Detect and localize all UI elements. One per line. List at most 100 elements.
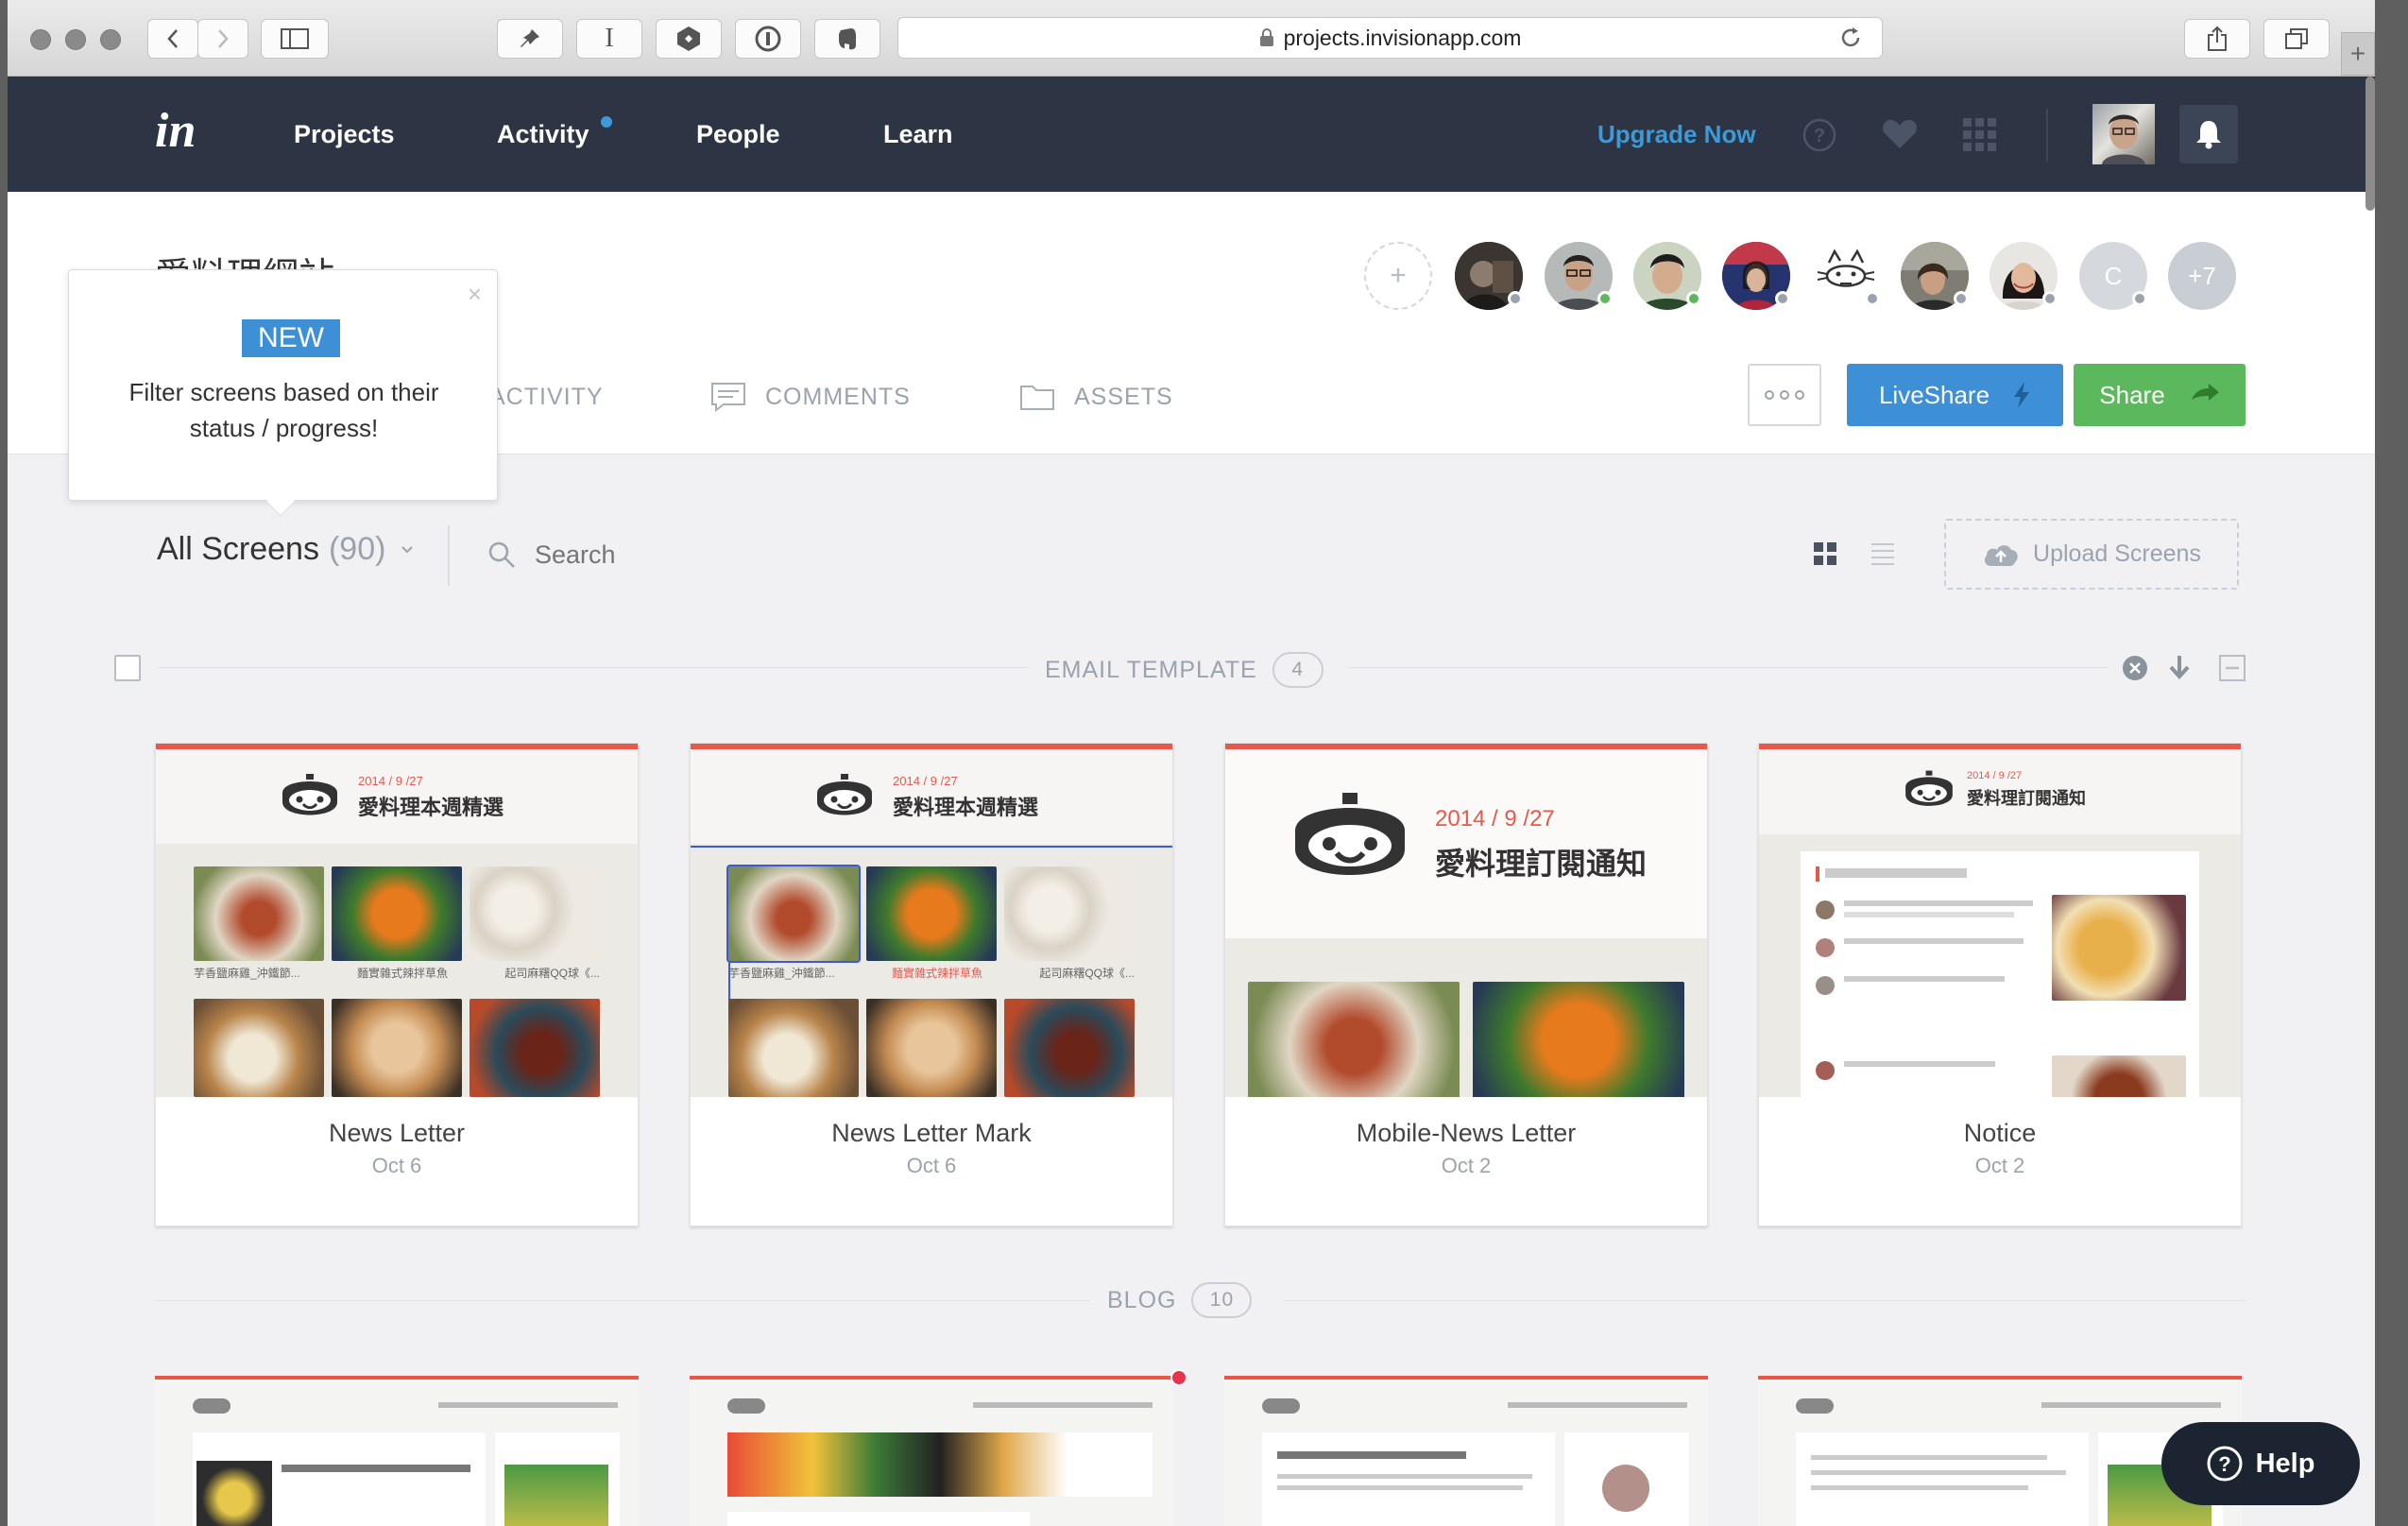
comment-indicator-dot[interactable] — [1170, 1369, 1187, 1386]
screen-card-blog[interactable] — [1224, 1376, 1708, 1526]
status-dot — [1954, 291, 1969, 306]
tooltip-pointer — [265, 487, 296, 517]
nav-learn[interactable]: Learn — [883, 77, 953, 192]
close-window-button[interactable] — [30, 29, 51, 50]
aicook-logo-icon — [817, 774, 872, 815]
close-icon[interactable]: × — [468, 280, 482, 309]
tab-label: ASSETS — [1074, 383, 1173, 410]
screen-filter-dropdown[interactable]: All Screens (90) — [157, 531, 414, 568]
invision-logo[interactable]: in — [155, 105, 196, 158]
filter-count: (90) — [328, 531, 386, 567]
screen-thumbnail: 2014 / 9 /27 愛料理本週精選 芋香鹽麻雞_沖鐵節... 麵實雜式辣拌草… — [156, 744, 638, 1097]
status-dot-online — [1686, 291, 1701, 306]
question-circle-icon[interactable]: ? — [1802, 118, 1836, 152]
nav-people[interactable]: People — [696, 77, 780, 192]
add-collaborator-button[interactable]: + — [1364, 242, 1432, 310]
screen-date: Oct 2 — [1441, 1154, 1492, 1177]
more-collaborators-button[interactable]: +7 — [2168, 242, 2236, 310]
screen-card-blog[interactable] — [690, 1376, 1173, 1526]
thumb-date: 2014 / 9 /27 — [358, 774, 423, 788]
screen-thumbnail: 2014 / 9 /27 愛料理訂閱通知 — [1225, 744, 1707, 1097]
upload-screens-button[interactable]: Upload Screens — [1944, 519, 2239, 590]
browser-window: I projects.invisionapp.com + in Projects… — [8, 0, 2375, 1526]
screen-card-blog[interactable] — [155, 1376, 639, 1526]
forward-button[interactable] — [197, 19, 248, 59]
user-avatar[interactable] — [2092, 104, 2155, 164]
tab-activity[interactable]: ACTIVITY — [489, 373, 604, 420]
minimize-window-button[interactable] — [65, 29, 86, 50]
address-bar[interactable]: projects.invisionapp.com — [897, 17, 1883, 59]
status-dot — [2042, 291, 2058, 306]
instapaper-extension-button[interactable]: I — [576, 19, 642, 59]
dot-icon — [1780, 390, 1789, 400]
activity-notification-dot — [601, 116, 612, 128]
section-name: EMAIL TEMPLATE — [1045, 656, 1257, 683]
screen-date: Oct 6 — [371, 1154, 422, 1177]
section-divider — [1285, 1300, 2246, 1301]
list-view-icon[interactable] — [1870, 540, 1896, 567]
new-badge: NEW — [242, 319, 340, 357]
aicook-logo-icon — [282, 774, 337, 815]
onepassword-extension-button[interactable] — [735, 19, 801, 59]
plus-icon: + — [1390, 260, 1407, 291]
screen-date: Oct 6 — [906, 1154, 957, 1177]
heart-icon[interactable] — [1882, 118, 1918, 150]
screen-card-mobile-news-letter[interactable]: 2014 / 9 /27 愛料理訂閱通知 Mobile-News Letter … — [1224, 743, 1708, 1226]
grid-view-icon[interactable] — [1812, 540, 1838, 567]
thumb-heading: 愛料理本週精選 — [358, 796, 504, 819]
toolbar-divider — [448, 525, 450, 586]
thumb-heading: 愛料理訂閱通知 — [1435, 847, 1648, 881]
tab-label: ACTIVITY — [489, 383, 604, 410]
browser-toolbar: I projects.invisionapp.com + — [8, 0, 2375, 77]
evernote-extension-button[interactable] — [814, 19, 880, 59]
nav-activity[interactable]: Activity — [497, 77, 589, 192]
measure-line — [691, 846, 1172, 848]
chevron-down-icon — [401, 545, 414, 553]
share-button[interactable]: Share — [2074, 364, 2246, 426]
scrollbar-thumb[interactable] — [2365, 77, 2375, 211]
back-button[interactable] — [147, 19, 198, 59]
thumb-date: 2014 / 9 /27 — [1967, 770, 2023, 781]
tab-comments[interactable]: COMMENTS — [710, 373, 911, 420]
pin-extension-button[interactable] — [497, 19, 563, 59]
reload-icon[interactable] — [1838, 26, 1863, 50]
collapse-section-icon[interactable] — [2218, 654, 2246, 682]
thumb-captions: 芋香鹽麻雞_沖鐵節... 麵實雜式辣拌草魚 起司麻糬QQ球《... — [194, 967, 600, 980]
zoom-window-button[interactable] — [100, 29, 121, 50]
help-button[interactable]: ? Help — [2161, 1422, 2360, 1505]
close-circle-icon[interactable] — [2121, 654, 2149, 682]
shield-extension-button[interactable] — [656, 19, 722, 59]
upgrade-now-link[interactable]: Upgrade Now — [1597, 77, 1756, 192]
screen-card-news-letter[interactable]: 2014 / 9 /27 愛料理本週精選 芋香鹽麻雞_沖鐵節... 麵實雜式辣拌草… — [155, 743, 639, 1226]
search-input[interactable] — [533, 535, 873, 574]
lock-icon — [1259, 28, 1273, 46]
screen-date: Oct 2 — [1974, 1154, 2025, 1177]
more-options-button[interactable] — [1748, 364, 1821, 426]
upload-label: Upload Screens — [2033, 540, 2201, 567]
hexagon-icon — [677, 26, 700, 51]
tabs-overview-button[interactable] — [2263, 19, 2330, 59]
tab-assets[interactable]: ASSETS — [1019, 373, 1173, 420]
section-header-email-template[interactable]: EMAIL TEMPLATE 4 — [1045, 652, 1324, 688]
sidebar-toggle-button[interactable] — [261, 19, 329, 59]
section-name: BLOG — [1107, 1286, 1177, 1313]
aicook-logo-icon — [1295, 793, 1405, 875]
liveshare-button[interactable]: LiveShare — [1847, 364, 2063, 426]
filter-label: All Screens — [157, 531, 319, 567]
thumb-heading: 愛料理訂閱通知 — [1967, 789, 2086, 808]
share-page-button[interactable] — [2184, 19, 2250, 59]
section-header-blog[interactable]: BLOG 10 — [1107, 1282, 1253, 1318]
screen-card-news-letter-mark[interactable]: 2014 / 9 /27 愛料理本週精選 芋香鹽麻雞_沖鐵節... 麵實雜式辣拌草… — [690, 743, 1173, 1226]
nav-projects[interactable]: Projects — [294, 77, 395, 192]
screen-card-notice[interactable]: 2014 / 9 /27 愛料理訂閱通知 Notice Oct 2 — [1758, 743, 2242, 1226]
status-dot — [1865, 291, 1880, 306]
new-tab-button[interactable]: + — [2341, 32, 2375, 76]
section-divider — [157, 667, 1030, 668]
instapaper-icon: I — [605, 24, 614, 53]
notifications-button[interactable] — [2179, 105, 2238, 163]
status-dot — [2132, 291, 2147, 306]
grid-icon[interactable] — [1963, 118, 1997, 152]
download-icon[interactable] — [2167, 654, 2192, 682]
tooltip-text: Filter screens based on their status / p… — [128, 378, 439, 442]
select-section-checkbox[interactable] — [114, 655, 141, 681]
